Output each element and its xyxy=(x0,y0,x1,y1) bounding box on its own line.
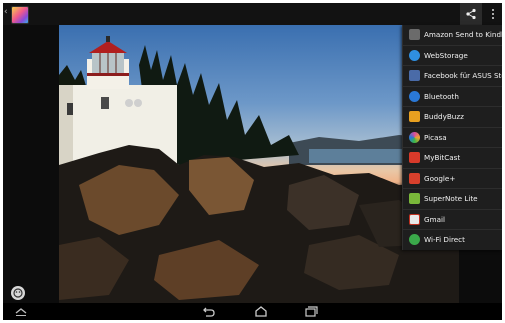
picasa-icon xyxy=(409,131,420,143)
share-icon xyxy=(466,8,476,20)
home-icon[interactable] xyxy=(253,305,269,318)
mybitcast-icon xyxy=(409,152,420,163)
supernote-icon xyxy=(409,193,420,204)
action-bar: ‹ xyxy=(3,3,502,25)
webstorage-icon xyxy=(409,49,420,61)
facebook-icon xyxy=(409,70,420,81)
share-item-webstorage[interactable]: WebStorage xyxy=(403,46,502,66)
share-button[interactable] xyxy=(460,3,482,25)
share-item-mybitcast[interactable]: MyBitCast xyxy=(403,148,502,169)
screen: ‹ Amazon Send to Kindle WebStorage Faceb… xyxy=(3,3,502,320)
wifi-direct-icon xyxy=(409,234,420,245)
share-item-facebook[interactable]: Facebook für ASUS Story xyxy=(403,66,502,87)
kindle-icon xyxy=(409,29,420,40)
bluetooth-icon xyxy=(409,90,420,102)
share-item-bluetooth[interactable]: Bluetooth xyxy=(403,87,502,107)
share-item-supernote-lite[interactable]: SuperNote Lite xyxy=(403,189,502,210)
recent-apps-icon[interactable] xyxy=(303,305,319,318)
back-caret-icon[interactable]: ‹ xyxy=(4,7,8,17)
share-item-wifi-direct[interactable]: Wi-Fi Direct xyxy=(403,230,502,250)
overflow-menu-button[interactable] xyxy=(484,3,502,25)
photo-view[interactable] xyxy=(59,25,459,305)
googleplus-icon xyxy=(409,172,420,184)
people-tag-icon[interactable] xyxy=(11,286,25,300)
share-item-amazon-kindle[interactable]: Amazon Send to Kindle xyxy=(403,25,502,46)
buddybuzz-icon xyxy=(409,111,420,122)
gallery-app-icon[interactable] xyxy=(11,6,29,24)
share-menu: Amazon Send to Kindle WebStorage Faceboo… xyxy=(402,25,502,250)
system-nav-bar xyxy=(3,303,502,320)
share-item-gmail[interactable]: Gmail xyxy=(403,210,502,230)
share-item-buddybuzz[interactable]: BuddyBuzz xyxy=(403,107,502,128)
back-icon[interactable] xyxy=(201,305,217,318)
share-item-picasa[interactable]: Picasa xyxy=(403,128,502,148)
face-icon xyxy=(13,288,23,298)
lighthouse-photo xyxy=(59,36,459,305)
share-item-googleplus[interactable]: Google+ xyxy=(403,169,502,189)
gmail-icon xyxy=(409,213,420,225)
hide-keyboard-icon[interactable] xyxy=(13,305,29,318)
